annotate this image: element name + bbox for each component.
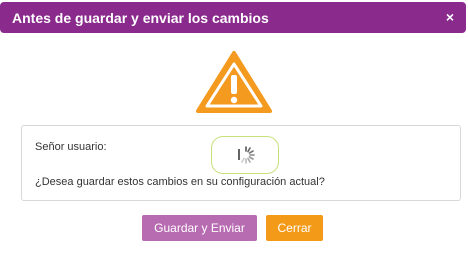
spinner-icon [238, 146, 255, 164]
close-button[interactable]: Cerrar [266, 215, 323, 241]
warning-triangle-icon [196, 51, 272, 113]
greeting-text: Señor usuario: [35, 141, 107, 153]
confirm-dialog: Antes de guardar y enviar los cambios × … [0, 0, 468, 263]
loading-indicator [211, 136, 279, 174]
save-and-send-button[interactable]: Guardar y Enviar [142, 215, 257, 241]
close-icon[interactable]: × [442, 8, 458, 26]
message-box: Señor usuario: ¿Desea guardar estos camb… [21, 125, 461, 201]
question-text: ¿Desea guardar estos cambios en su confi… [35, 176, 325, 188]
dialog-title: Antes de guardar y enviar los cambios [12, 10, 269, 26]
dialog-title-bar: Antes de guardar y enviar los cambios × [0, 2, 466, 33]
